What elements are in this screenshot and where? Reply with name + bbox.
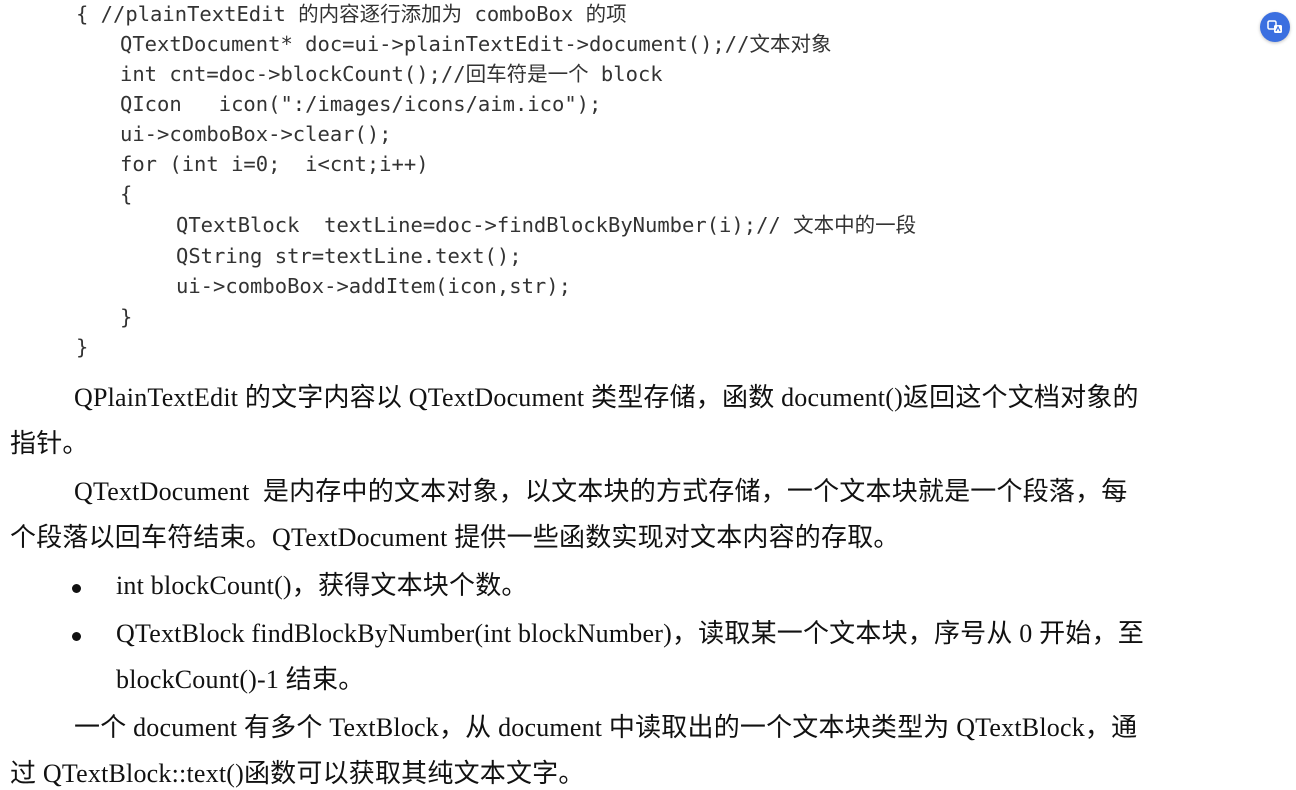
paragraph-line: QTextDocument 是内存中的文本对象，以文本块的方式存储，一个文本块就… — [74, 477, 1128, 506]
code-line: QString str=textLine.text(); — [176, 244, 522, 268]
bullet-dot — [72, 632, 81, 641]
code-line: QTextBlock textLine=doc->findBlockByNumb… — [176, 213, 917, 237]
bullet-item-continuation: blockCount()-1 结束。 — [116, 665, 365, 694]
code-line: int cnt=doc->blockCount();//回车符是一个 block — [120, 62, 663, 86]
code-line: for (int i=0; i<cnt;i++) — [120, 152, 429, 176]
code-line: QIcon icon(":/images/icons/aim.ico"); — [120, 92, 602, 116]
paragraph-line: QPlainTextEdit 的文字内容以 QTextDocument 类型存储… — [74, 383, 1139, 412]
paragraph-line: 过 QTextBlock::text()函数可以获取其纯文本文字。 — [10, 759, 585, 788]
paragraph-line: 一个 document 有多个 TextBlock，从 document 中读取… — [74, 713, 1138, 742]
code-line: { //plainTextEdit 的内容逐行添加为 comboBox 的项 — [76, 2, 627, 26]
paragraph-line: 指针。 — [10, 429, 89, 458]
code-line: { — [120, 182, 133, 206]
code-line: } — [76, 335, 89, 359]
translate-image-button[interactable] — [1260, 12, 1290, 42]
document-page: { //plainTextEdit 的内容逐行添加为 comboBox 的项 Q… — [0, 0, 1296, 790]
code-line: ui->comboBox->clear(); — [120, 122, 392, 146]
paragraph-line: 个段落以回车符结束。QTextDocument 提供一些函数实现对文本内容的存取… — [10, 523, 900, 552]
code-line: } — [120, 305, 133, 329]
code-line: ui->comboBox->addItem(icon,str); — [176, 274, 571, 298]
code-line: QTextDocument* doc=ui->plainTextEdit->do… — [120, 32, 832, 56]
bullet-item: int blockCount()，获得文本块个数。 — [116, 571, 528, 600]
bullet-dot — [72, 584, 81, 593]
bullet-item: QTextBlock findBlockByNumber(int blockNu… — [116, 619, 1144, 648]
